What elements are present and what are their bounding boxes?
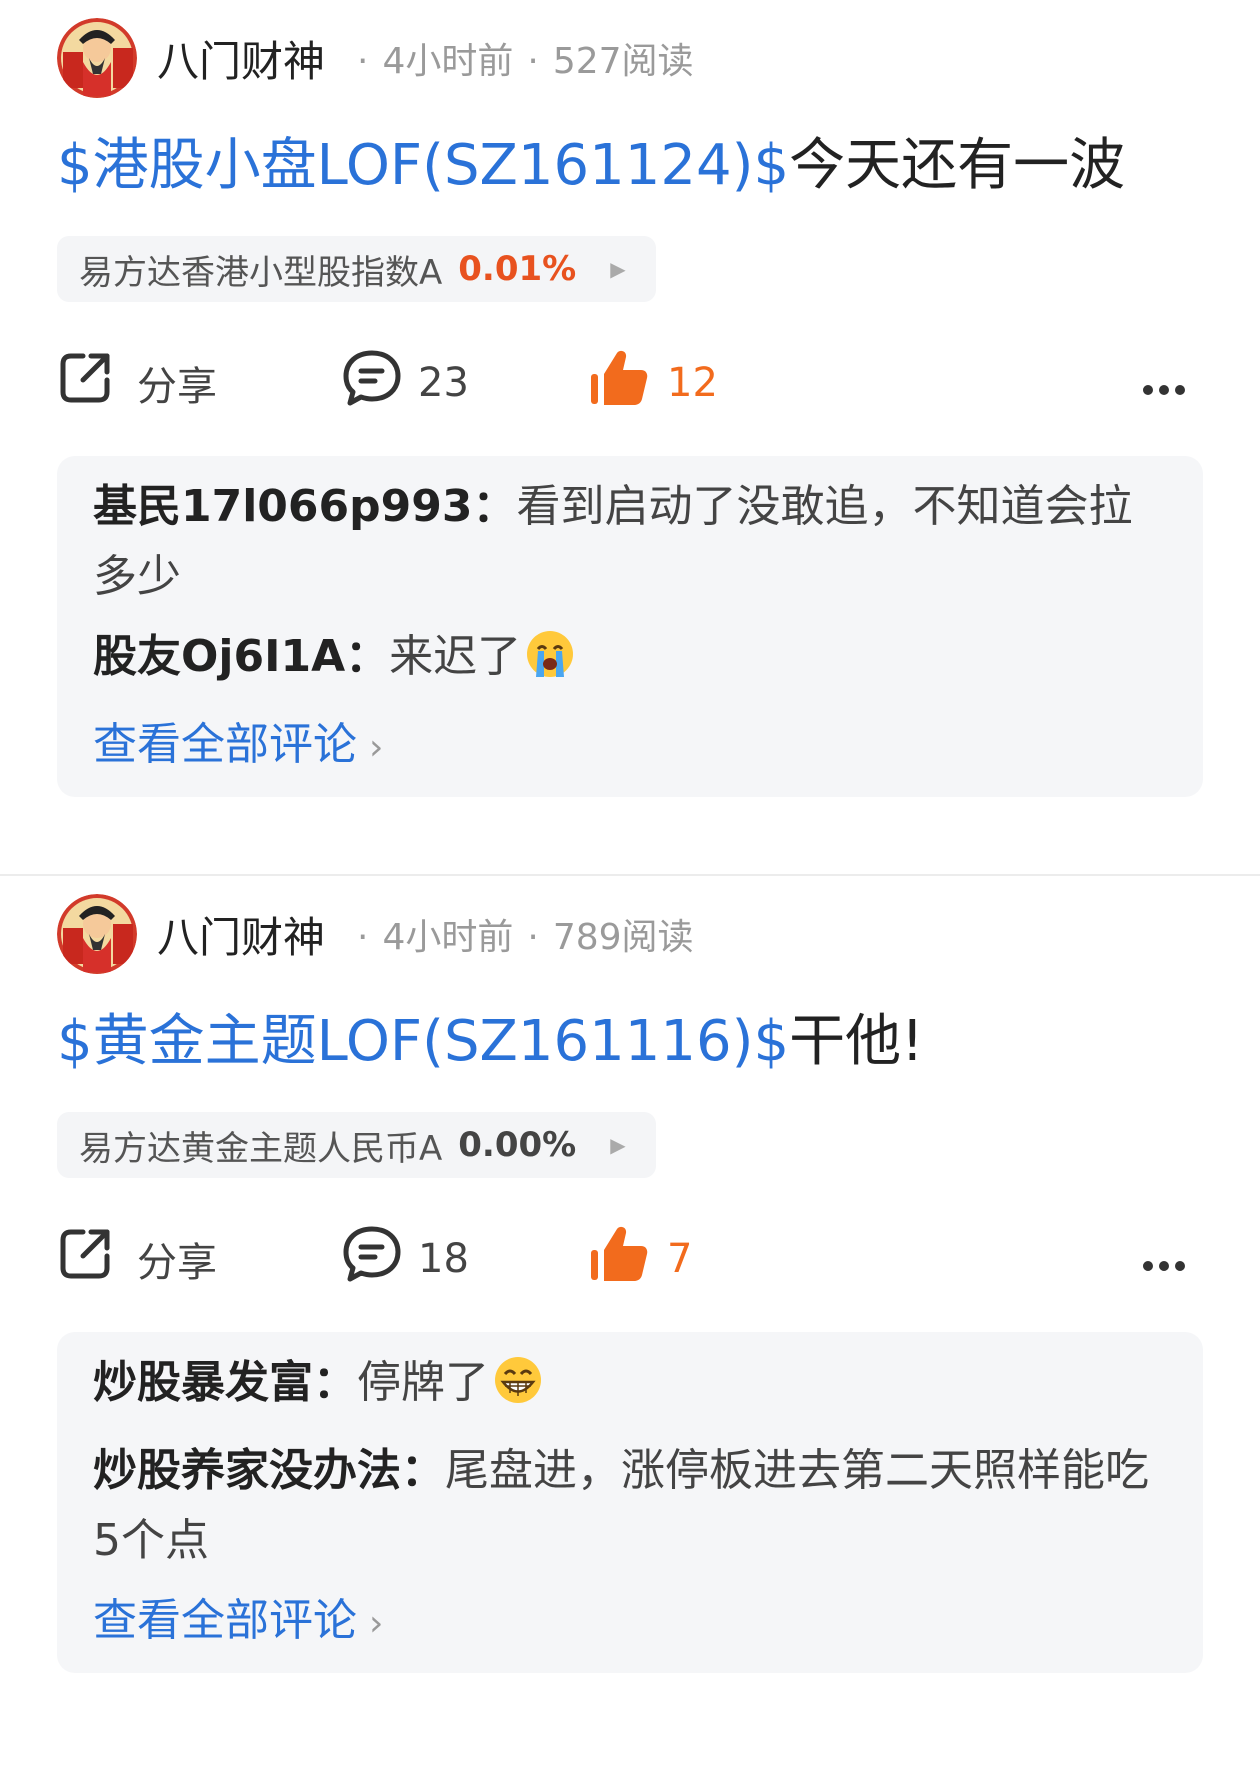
post-title-text: 今天还有一波 bbox=[789, 133, 1126, 198]
meta-dot: · bbox=[527, 917, 539, 958]
meta-dot: · bbox=[357, 41, 369, 82]
view-all-comments-link[interactable]: 查看全部评论 › bbox=[57, 700, 1203, 797]
meta-dot: · bbox=[357, 917, 369, 958]
fund-quote-pill[interactable]: 易方达黄金主题人民币A 0.00% ▶ bbox=[57, 1112, 656, 1178]
play-arrow-icon: ▶ bbox=[610, 1133, 626, 1157]
post-time: 4小时前 bbox=[382, 41, 514, 82]
author-avatar[interactable] bbox=[57, 18, 137, 98]
like-button[interactable]: 12 bbox=[589, 340, 718, 426]
comment-preview-box: 炒股暴发富：停牌了 炒股养家没办法：尾盘进，涨停板进去第二天照样能吃5个点 查看… bbox=[57, 1332, 1203, 1673]
post-title[interactable]: $港股小盘LOF(SZ161124)$今天还有一波 bbox=[57, 126, 1125, 206]
chevron-right-icon: › bbox=[369, 727, 384, 768]
share-icon bbox=[57, 350, 113, 416]
comment-text: 来迟了 bbox=[389, 631, 522, 682]
comment-item[interactable]: 炒股养家没办法：尾盘进，涨停板进去第二天照样能吃5个点 bbox=[57, 1426, 1203, 1576]
play-arrow-icon: ▶ bbox=[610, 257, 626, 281]
thumbs-up-icon bbox=[589, 1224, 649, 1294]
author-name[interactable]: 八门财神 bbox=[157, 28, 325, 89]
comment-count: 23 bbox=[418, 360, 469, 406]
view-all-label: 查看全部评论 bbox=[93, 1595, 357, 1646]
comment-item[interactable]: 基民17l066p993：看到启动了没敢追，不知道会拉多少 bbox=[57, 456, 1203, 612]
post-card: 八门财神 · 4小时前 · 527阅读 $港股小盘LOF(SZ161124)$今天还有… bbox=[0, 0, 1260, 874]
post-title-text: 干他! bbox=[789, 1009, 924, 1074]
thumbs-up-icon bbox=[589, 348, 649, 418]
more-button[interactable] bbox=[1142, 340, 1186, 426]
post-feed: 八门财神 · 4小时前 · 527阅读 $港股小盘LOF(SZ161124)$今天还有… bbox=[0, 0, 1260, 1782]
like-count: 12 bbox=[667, 360, 718, 406]
post-time: 4小时前 bbox=[382, 917, 514, 958]
author-avatar[interactable] bbox=[57, 894, 137, 974]
comment-text: 停牌了 bbox=[357, 1357, 489, 1408]
post-meta: · 4小时前 · 789阅读 bbox=[343, 908, 694, 960]
stock-tag-link[interactable]: $港股小盘LOF(SZ161124)$ bbox=[57, 133, 789, 198]
chevron-right-icon: › bbox=[369, 1603, 384, 1644]
fund-name: 易方达香港小型股指数A bbox=[79, 252, 443, 293]
comment-button[interactable]: 18 bbox=[342, 1216, 469, 1302]
post-card: 八门财神 · 4小时前 · 789阅读 $黄金主题LOF(SZ161116)$干他! … bbox=[0, 874, 1260, 1782]
more-dots-icon bbox=[1142, 360, 1186, 406]
share-button[interactable]: 分享 bbox=[57, 340, 217, 426]
fund-name: 易方达黄金主题人民币A bbox=[79, 1128, 443, 1169]
more-button[interactable] bbox=[1142, 1216, 1186, 1302]
comment-bubble-icon bbox=[342, 1225, 402, 1293]
comment-item[interactable]: 股友Oj6I1A：来迟了 bbox=[57, 612, 1203, 700]
like-button[interactable]: 7 bbox=[589, 1216, 692, 1302]
share-icon bbox=[57, 1226, 113, 1292]
fund-change: 0.00% bbox=[458, 1125, 577, 1165]
comment-username[interactable]: 炒股养家没办法 bbox=[93, 1445, 401, 1496]
crying-face-emoji bbox=[525, 629, 575, 700]
meta-dot: · bbox=[527, 41, 539, 82]
comment-count: 18 bbox=[418, 1236, 469, 1282]
share-button[interactable]: 分享 bbox=[57, 1216, 217, 1302]
comment-username[interactable]: 基民17l066p993 bbox=[93, 481, 473, 532]
author-row: 八门财神 · 4小时前 · 527阅读 bbox=[57, 16, 694, 100]
comment-username[interactable]: 股友Oj6I1A bbox=[93, 631, 345, 682]
author-name[interactable]: 八门财神 bbox=[157, 904, 325, 965]
grinning-face-emoji bbox=[493, 1355, 543, 1426]
like-count: 7 bbox=[667, 1236, 693, 1282]
comment-separator: ： bbox=[313, 1357, 357, 1408]
comment-separator: ： bbox=[345, 631, 390, 682]
author-row: 八门财神 · 4小时前 · 789阅读 bbox=[57, 892, 694, 976]
comment-username[interactable]: 炒股暴发富 bbox=[93, 1357, 313, 1408]
comment-separator: ： bbox=[472, 481, 517, 532]
comment-bubble-icon bbox=[342, 349, 402, 417]
comment-button[interactable]: 23 bbox=[342, 340, 469, 426]
post-meta: · 4小时前 · 527阅读 bbox=[343, 32, 694, 84]
fund-change: 0.01% bbox=[458, 249, 577, 289]
post-title[interactable]: $黄金主题LOF(SZ161116)$干他! bbox=[57, 1002, 924, 1082]
read-count: 527阅读 bbox=[552, 41, 694, 82]
comment-separator: ： bbox=[401, 1445, 445, 1496]
fund-quote-pill[interactable]: 易方达香港小型股指数A 0.01% ▶ bbox=[57, 236, 656, 302]
stock-tag-link[interactable]: $黄金主题LOF(SZ161116)$ bbox=[57, 1009, 789, 1074]
view-all-label: 查看全部评论 bbox=[93, 719, 357, 770]
read-count: 789阅读 bbox=[552, 917, 694, 958]
share-label: 分享 bbox=[137, 364, 217, 410]
comment-preview-box: 基民17l066p993：看到启动了没敢追，不知道会拉多少 股友Oj6I1A：来… bbox=[57, 456, 1203, 797]
share-label: 分享 bbox=[137, 1240, 217, 1286]
action-bar: 分享 23 12 bbox=[57, 340, 1207, 426]
action-bar: 分享 18 7 bbox=[57, 1216, 1207, 1302]
more-dots-icon bbox=[1142, 1236, 1186, 1282]
view-all-comments-link[interactable]: 查看全部评论 › bbox=[57, 1576, 1203, 1673]
comment-item[interactable]: 炒股暴发富：停牌了 bbox=[57, 1332, 1203, 1426]
